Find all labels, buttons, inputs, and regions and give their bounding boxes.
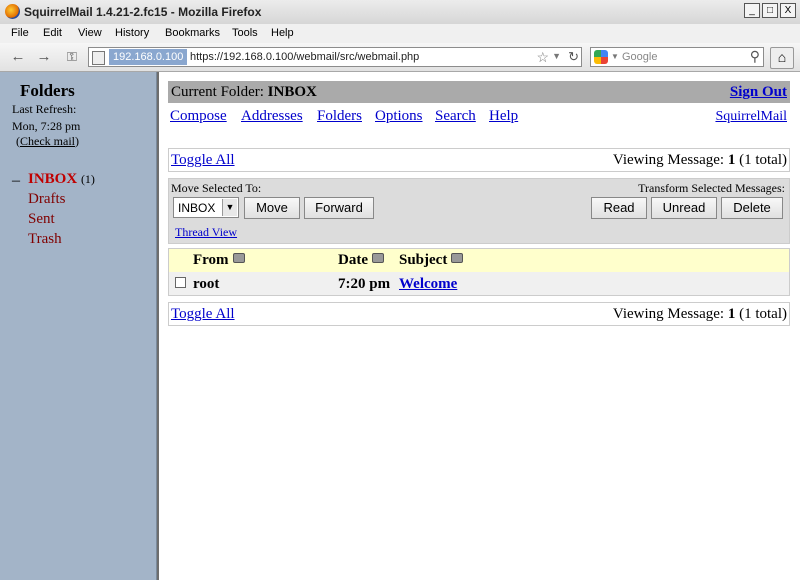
message-subject-link[interactable]: Welcome (399, 276, 457, 293)
delete-button[interactable]: Delete (721, 197, 783, 219)
message-table: From Date Subject root 7:20 pm Welcome (168, 248, 790, 296)
key-icon[interactable]: ⚿ (62, 48, 82, 66)
menu-history[interactable]: History (115, 27, 149, 39)
sign-out-link[interactable]: Sign Out (730, 84, 787, 101)
toggle-all-link-top[interactable]: Toggle All (171, 152, 235, 169)
folder-inbox-count: (1) (80, 172, 95, 186)
column-subject-label: Subject (399, 252, 448, 268)
menu-view[interactable]: View (78, 27, 102, 39)
toggle-all-link-bottom[interactable]: Toggle All (171, 306, 235, 323)
squirrelmail-link[interactable]: SquirrelMail (715, 109, 787, 125)
menu-bookmarks[interactable]: Bookmarks (165, 27, 220, 39)
last-refresh-time: Mon, 7:28 pm (12, 119, 81, 133)
folder-sent[interactable]: Sent (28, 211, 55, 228)
options-link[interactable]: Options (375, 108, 423, 125)
message-actions-box: Move Selected To: Transform Selected Mes… (168, 178, 790, 244)
minimize-button[interactable]: _ (744, 3, 760, 18)
folder-drafts[interactable]: Drafts (28, 191, 66, 208)
unread-button[interactable]: Unread (651, 197, 717, 219)
chevron-down-icon[interactable]: ▼ (222, 199, 237, 216)
move-selected-label: Move Selected To: (171, 181, 262, 195)
back-arrow-icon[interactable]: ← (8, 48, 28, 66)
search-icon[interactable]: ⚲ (750, 48, 760, 65)
column-date[interactable]: Date (338, 252, 384, 269)
message-date: 7:20 pm (338, 276, 391, 292)
bookmark-star-icon[interactable]: ☆ (536, 49, 549, 66)
home-icon[interactable]: ⌂ (770, 47, 794, 69)
column-from-label: From (193, 252, 229, 268)
folder-trash[interactable]: Trash (28, 231, 62, 248)
current-folder-bar: Current Folder: INBOX Sign Out (168, 81, 790, 103)
reload-icon[interactable]: ↻ (568, 49, 579, 65)
last-refresh-label: Last Refresh: (12, 102, 77, 116)
current-folder-text: Current Folder: INBOX (171, 84, 317, 101)
viewing-message-top: Viewing Message: 1 (1 total) (613, 152, 787, 169)
inbox-collapse-marker[interactable]: – (12, 172, 20, 190)
url-bar[interactable]: 192.168.0.100 https://192.168.0.100/webm… (88, 47, 582, 67)
viewing-label: Viewing Message: (612, 306, 725, 322)
sort-icon[interactable] (232, 253, 245, 263)
search-placeholder: Google (622, 51, 658, 63)
dropdown-arrow-icon[interactable]: ▼ (552, 51, 561, 61)
forward-button[interactable]: Forward (304, 197, 374, 219)
firefox-icon (5, 4, 20, 19)
navigation-toolbar: ← → ⚿ 192.168.0.100 https://192.168.0.10… (0, 43, 800, 72)
search-bar[interactable]: ▼ Google ⚲ (590, 47, 764, 67)
viewing-total: (1 total) (739, 152, 787, 168)
compose-link[interactable]: Compose (170, 108, 227, 125)
folder-inbox[interactable]: INBOX (1) (28, 171, 95, 188)
move-folder-select[interactable]: INBOX ▼ (173, 197, 239, 218)
menu-tools[interactable]: Tools (232, 27, 258, 39)
forward-arrow-icon[interactable]: → (34, 48, 54, 66)
column-subject[interactable]: Subject (399, 252, 464, 269)
thread-view-link[interactable]: Thread View (175, 225, 237, 240)
menu-help[interactable]: Help (271, 27, 294, 39)
message-table-header: From Date Subject (169, 249, 789, 272)
table-row: root 7:20 pm Welcome (169, 272, 789, 295)
message-checkbox[interactable] (175, 277, 186, 288)
window-title: SquirrelMail 1.4.21-2.fc15 - Mozilla Fir… (24, 5, 262, 19)
viewing-label: Viewing Message: (612, 152, 725, 168)
folder-inbox-label[interactable]: INBOX (28, 171, 77, 187)
maximize-button[interactable]: □ (762, 3, 778, 18)
window-titlebar: SquirrelMail 1.4.21-2.fc15 - Mozilla Fir… (0, 0, 800, 25)
check-mail-link-wrapper: (Check mail) (16, 134, 79, 148)
google-icon[interactable] (594, 50, 608, 64)
page-icon (92, 51, 105, 65)
message-from: root (193, 276, 220, 292)
column-date-label: Date (338, 252, 368, 268)
viewing-number: 1 (727, 306, 736, 322)
close-button[interactable]: X (780, 3, 796, 18)
toggle-bar-bottom: Toggle All Viewing Message: 1 (1 total) (168, 302, 790, 326)
page-content: Folders Last Refresh: Mon, 7:28 pm (Chec… (0, 72, 800, 580)
addresses-link[interactable]: Addresses (241, 108, 303, 125)
move-button[interactable]: Move (244, 197, 300, 219)
search-engine-dropdown-icon[interactable]: ▼ (611, 52, 619, 61)
viewing-message-bottom: Viewing Message: 1 (1 total) (613, 306, 787, 323)
move-folder-value: INBOX (178, 201, 216, 215)
viewing-number: 1 (727, 152, 736, 168)
folders-link[interactable]: Folders (317, 108, 362, 125)
menu-edit[interactable]: Edit (43, 27, 62, 39)
folders-title: Folders (20, 81, 75, 100)
column-from[interactable]: From (193, 252, 245, 269)
menu-bar: File Edit View History Bookmarks Tools H… (0, 24, 800, 43)
current-folder-label: Current Folder: (171, 84, 264, 100)
menu-file[interactable]: File (11, 27, 29, 39)
current-folder-name: INBOX (267, 84, 317, 100)
check-mail-link[interactable]: Check mail (20, 134, 75, 148)
window-controls: _ □ X (744, 3, 796, 18)
site-identity-badge[interactable]: 192.168.0.100 (109, 49, 188, 65)
folder-pane: Folders Last Refresh: Mon, 7:28 pm (Chec… (0, 72, 157, 580)
search-link[interactable]: Search (435, 108, 476, 125)
read-button[interactable]: Read (591, 197, 647, 219)
sort-icon[interactable] (451, 253, 464, 263)
frame-divider[interactable] (157, 72, 159, 580)
viewing-total: (1 total) (739, 306, 787, 322)
help-link[interactable]: Help (489, 108, 518, 125)
url-text[interactable]: https://192.168.0.100/webmail/src/webmai… (190, 51, 419, 63)
transform-label: Transform Selected Messages: (638, 181, 785, 195)
sort-icon[interactable] (372, 253, 384, 263)
toggle-bar-top: Toggle All Viewing Message: 1 (1 total) (168, 148, 790, 172)
